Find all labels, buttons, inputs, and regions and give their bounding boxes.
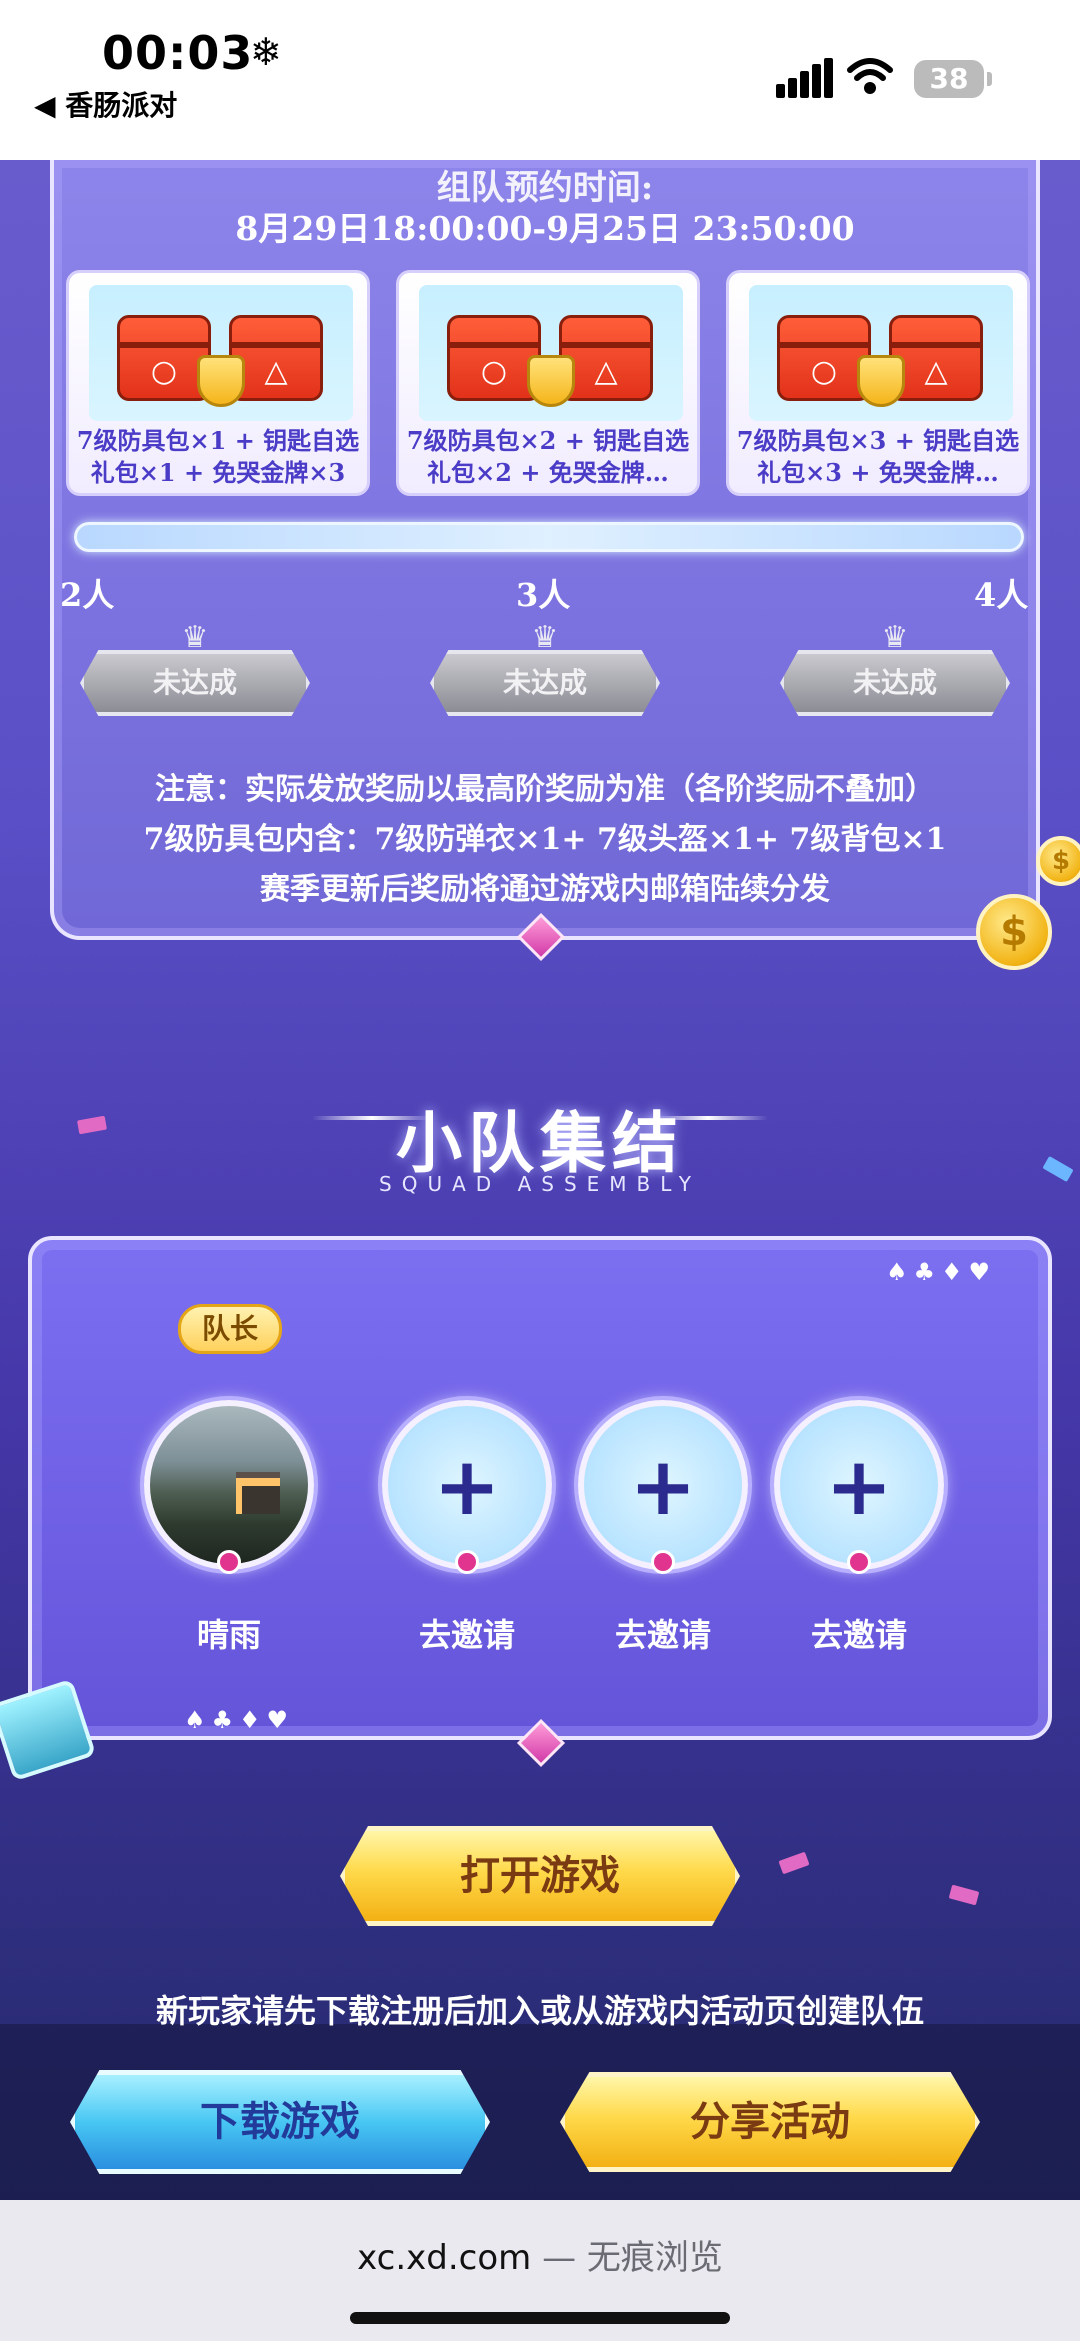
flower-icon bbox=[217, 1550, 241, 1574]
tier-status-badge: 未达成 bbox=[780, 650, 1010, 716]
coin-icon: $ bbox=[976, 894, 1052, 970]
flower-icon bbox=[847, 1550, 871, 1574]
private-mode-label: 无痕浏览 bbox=[586, 2238, 723, 2278]
confetti-decoration bbox=[778, 1851, 810, 1875]
invite-slot[interactable]: + 去邀请 bbox=[382, 1400, 552, 1656]
invite-slot[interactable]: + 去邀请 bbox=[578, 1400, 748, 1656]
squad-member-leader[interactable]: 晴雨 bbox=[144, 1400, 314, 1656]
snowflake-icon: ❄ bbox=[250, 30, 282, 74]
wifi-icon bbox=[847, 58, 893, 94]
coin-icon: $ bbox=[1036, 836, 1080, 886]
url-separator: — bbox=[531, 2238, 587, 2278]
tier-status-badge: 未达成 bbox=[430, 650, 660, 716]
home-indicator[interactable] bbox=[350, 2312, 730, 2324]
reward-card-2-people: ○ △ 7级防具包×1 + 钥匙自选礼包×1 + 免哭金牌×3 bbox=[66, 270, 370, 496]
url-host: xc.xd.com bbox=[357, 2238, 532, 2278]
card-suits-decoration: ♠♣♦♥ bbox=[885, 1258, 996, 1286]
invite-avatar-slot[interactable]: + bbox=[774, 1400, 944, 1570]
download-game-button[interactable]: 下载游戏 bbox=[70, 2070, 490, 2174]
team-progress-bar bbox=[74, 522, 1024, 552]
confetti-decoration bbox=[948, 1884, 980, 1906]
new-player-hint: 新玩家请先下载注册后加入或从游戏内活动页创建队伍 bbox=[155, 1992, 924, 2030]
avatar bbox=[144, 1400, 314, 1570]
back-to-app-link[interactable]: ◀ 香肠派对 bbox=[34, 84, 177, 124]
crown-icon: ♛ bbox=[531, 620, 559, 655]
status-bar: 00:03 ❄ ◀ 香肠派对 38 bbox=[0, 0, 1080, 160]
reward-caption: 7级防具包×2 + 钥匙自选礼包×2 + 免哭金牌… bbox=[406, 426, 690, 487]
browser-address-bar[interactable]: xc.xd.com — 无痕浏览 bbox=[0, 2200, 1080, 2341]
squad-panel: ♠♣♦♥ ♠♣♦♥ 队长 晴雨 + 去邀请 + 去邀请 + 去邀请 bbox=[28, 1236, 1052, 1740]
invite-slot[interactable]: + 去邀请 bbox=[774, 1400, 944, 1656]
reward-chest-image: ○ △ bbox=[89, 285, 353, 421]
plus-icon: + bbox=[629, 1440, 697, 1533]
flower-icon bbox=[455, 1550, 479, 1574]
plus-icon: + bbox=[433, 1440, 501, 1533]
reward-note: 赛季更新后奖励将通过游戏内邮箱陆续分发 bbox=[260, 872, 830, 907]
tier-people-label: 2人 bbox=[60, 576, 115, 614]
invite-avatar-slot[interactable]: + bbox=[382, 1400, 552, 1570]
crown-icon: ♛ bbox=[881, 620, 909, 655]
tier-people-label: 3人 bbox=[516, 576, 571, 614]
reservation-time-range: 8月29日18:00:00-9月25日 23:50:00 bbox=[235, 209, 855, 248]
reward-chest-image: ○ △ bbox=[419, 285, 683, 421]
plus-icon: + bbox=[825, 1440, 893, 1533]
gold-medal-icon bbox=[527, 355, 575, 407]
invite-label[interactable]: 去邀请 bbox=[578, 1610, 748, 1656]
open-game-button[interactable]: 打开游戏 bbox=[340, 1826, 740, 1926]
leader-badge: 队长 bbox=[178, 1304, 282, 1354]
reward-caption: 7级防具包×1 + 钥匙自选礼包×1 + 免哭金牌×3 bbox=[76, 426, 360, 487]
reward-chest-image: ○ △ bbox=[749, 285, 1013, 421]
crown-icon: ♛ bbox=[181, 620, 209, 655]
reward-note: 注意：实际发放奖励以最高阶奖励为准（各阶奖励不叠加） bbox=[155, 772, 935, 807]
reward-panel: 组队预约时间: 8月29日18:00:00-9月25日 23:50:00 ○ △… bbox=[50, 160, 1040, 940]
tier-status-badge: 未达成 bbox=[80, 650, 310, 716]
invite-avatar-slot[interactable]: + bbox=[578, 1400, 748, 1570]
reward-card-4-people: ○ △ 7级防具包×3 + 钥匙自选礼包×3 + 免哭金牌… bbox=[726, 270, 1030, 496]
invite-label[interactable]: 去邀请 bbox=[774, 1610, 944, 1656]
back-app-label: 香肠派对 bbox=[65, 89, 178, 122]
share-activity-button[interactable]: 分享活动 bbox=[560, 2072, 980, 2172]
reward-card-3-people: ○ △ 7级防具包×2 + 钥匙自选礼包×2 + 免哭金牌… bbox=[396, 270, 700, 496]
flower-icon bbox=[651, 1550, 675, 1574]
url-display[interactable]: xc.xd.com — 无痕浏览 bbox=[0, 2230, 1080, 2279]
status-time: 00:03 bbox=[102, 26, 254, 80]
squad-subtitle: SQUAD ASSEMBLY bbox=[379, 1172, 701, 1196]
member-name: 晴雨 bbox=[196, 1616, 261, 1654]
gold-medal-icon bbox=[857, 355, 905, 407]
battery-indicator: 38 bbox=[914, 60, 992, 98]
invite-label[interactable]: 去邀请 bbox=[382, 1610, 552, 1656]
card-suits-decoration: ♠♣♦♥ bbox=[184, 1706, 295, 1734]
tier-people-label: 4人 bbox=[974, 576, 1029, 614]
cellular-signal-icon bbox=[776, 58, 833, 98]
reward-note: 7级防具包内含：7级防弹衣×1+ 7级头盔×1+ 7级背包×1 bbox=[143, 822, 947, 857]
gold-medal-icon bbox=[197, 355, 245, 407]
reward-caption: 7级防具包×3 + 钥匙自选礼包×3 + 免哭金牌… bbox=[736, 426, 1020, 487]
